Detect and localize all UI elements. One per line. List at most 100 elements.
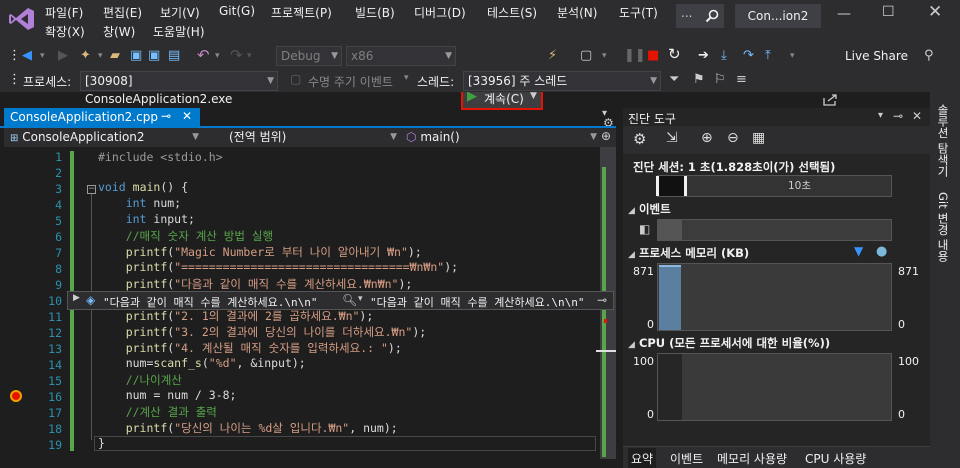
redo-dropdown-icon[interactable]: ▾ [247, 46, 252, 66]
restart-icon[interactable]: ↻ [668, 44, 681, 64]
save-all-icon-2[interactable]: ▤ [168, 46, 180, 66]
redo-icon[interactable]: ↷ [230, 45, 243, 65]
menu-project[interactable]: 프로젝트(P) [271, 4, 332, 21]
lifecycle-events-button[interactable]: 수명 주기 이벤트 [308, 73, 393, 90]
search-input[interactable]: ... [681, 6, 692, 20]
open-folder-icon[interactable]: ▰ [110, 46, 120, 66]
search-box[interactable]: ... [676, 4, 724, 28]
pause-event-icon[interactable]: ◧ [639, 222, 650, 236]
menu-build[interactable]: 빌드(B) [355, 4, 395, 21]
menu-tools[interactable]: 도구(T) [619, 4, 658, 21]
magnifier-icon[interactable]: 🔍︎ [342, 293, 357, 307]
browser-link-icon[interactable]: ▢ [580, 46, 592, 66]
pin-icon[interactable]: ⊸ [893, 109, 903, 123]
scope-name: (전역 범위) [229, 130, 287, 144]
toolbar-overflow-icon[interactable]: ▾ [790, 46, 795, 66]
line-number: 10 [48, 294, 62, 308]
config-combo[interactable]: Debug ▼ [276, 46, 342, 66]
filter-thread-icon[interactable]: ⏷ [669, 70, 679, 90]
minimize-icon[interactable]: — [837, 6, 851, 22]
timeline-selection[interactable] [658, 176, 686, 196]
step-out-icon[interactable]: ⤒ [765, 46, 771, 66]
timeline-ruler[interactable]: 10초 [656, 175, 892, 197]
zoom-out-icon[interactable]: ⊖ [727, 130, 739, 146]
memory-graph[interactable] [657, 263, 892, 331]
tab-memory-usage[interactable]: 메모리 사용량 [717, 450, 787, 467]
selection-handle-left[interactable] [656, 176, 659, 196]
collapse-memory-icon[interactable]: ◢ [628, 250, 635, 260]
data-tip[interactable]: ▶ ◈ "다음과 같이 매직 수를 계산하세요.\n\n" 🔍︎ ▾ "다음과 … [67, 291, 614, 310]
menu-help[interactable]: 도움말(H) [153, 23, 205, 40]
menu-window[interactable]: 창(W) [103, 23, 135, 40]
show-flagged-icon[interactable]: ⚐ [714, 70, 726, 90]
search-icon[interactable] [705, 9, 719, 23]
undo-icon[interactable]: ↶ [197, 45, 210, 65]
expand-icon[interactable]: ▶ [73, 293, 80, 303]
visualizer-dropdown-icon[interactable]: ▾ [358, 294, 363, 304]
platform-combo[interactable]: x86 ▼ [346, 46, 456, 66]
lifecycle-icon[interactable]: ▢ [290, 72, 301, 86]
stack-frame-icon[interactable]: ≡ [736, 70, 747, 90]
panel-options-icon[interactable]: ▾ [878, 110, 883, 121]
process-combo[interactable]: [30908] ConsoleApplication2.exe ▼ [80, 71, 278, 106]
project-dropdown[interactable]: ⊞ ConsoleApplication2 ▼ [6, 128, 202, 147]
undo-dropdown-icon[interactable]: ▾ [215, 46, 220, 66]
live-share-icon[interactable] [823, 92, 839, 106]
live-share-button[interactable]: Live Share [845, 49, 908, 63]
collapse-cpu-icon[interactable]: ◢ [628, 340, 635, 350]
menu-file[interactable]: 파일(F) [45, 4, 83, 21]
pin-datatip-icon[interactable]: ⊸ [597, 293, 607, 307]
back-icon[interactable]: ◀ [22, 46, 32, 66]
menu-extensions[interactable]: 확장(X) [45, 23, 85, 40]
maximize-icon[interactable]: ☐ [882, 4, 895, 20]
save-all-icon[interactable]: ▣ [148, 46, 160, 66]
step-over-icon[interactable]: ↷ [743, 46, 754, 66]
menu-test[interactable]: 테스트(S) [487, 4, 537, 21]
lifecycle-dropdown-icon[interactable]: ▾ [404, 73, 409, 83]
back-dropdown-icon[interactable]: ▾ [40, 46, 45, 66]
account-icon[interactable]: ⚲ [924, 46, 934, 66]
new-dropdown-icon[interactable]: ▾ [98, 46, 103, 66]
step-into-icon[interactable]: ⤓ [721, 46, 727, 66]
close-icon[interactable]: ✕ [928, 2, 942, 22]
line-number: 14 [48, 358, 62, 372]
selection-handle-right[interactable] [684, 176, 687, 196]
menu-view[interactable]: 보기(V) [160, 4, 200, 21]
line-number: 16 [48, 390, 62, 404]
continue-dropdown-icon[interactable]: ▼ [530, 91, 537, 101]
panel-close-icon[interactable]: ✕ [912, 109, 922, 123]
browser-dropdown-icon[interactable]: ▾ [602, 46, 607, 66]
cpu-graph[interactable] [657, 353, 892, 421]
menu-git[interactable]: Git(G) [219, 4, 255, 18]
pin-icon[interactable]: ⊸ [161, 109, 171, 123]
save-icon[interactable]: ▣ [130, 46, 142, 66]
export-icon[interactable]: ⇲ [666, 130, 678, 146]
tab-summary[interactable]: 요약 [628, 448, 657, 468]
hot-reload-icon[interactable]: ⚡ [548, 46, 557, 66]
function-dropdown[interactable]: ⬡ main() ▼ [402, 128, 600, 147]
tab-events[interactable]: 이벤트 [670, 450, 703, 467]
solution-explorer-tab[interactable]: 솔루션 탐색기 [935, 104, 951, 177]
tab-consoleapplication2-cpp[interactable]: ConsoleApplication2.cpp ⊸ ✕ [4, 108, 200, 126]
git-changes-tab[interactable]: Git 변경 내용 [935, 192, 951, 262]
gear-icon[interactable]: ⚙ [633, 130, 646, 148]
stop-icon[interactable]: ■ [647, 46, 659, 66]
show-next-statement-icon[interactable]: ➔ [698, 46, 709, 66]
flag-thread-icon[interactable]: ⚑ [693, 70, 705, 90]
collapse-events-icon[interactable]: ◢ [628, 206, 635, 216]
reset-zoom-icon[interactable]: ▦ [752, 130, 765, 146]
split-icon[interactable]: ⊕ [601, 129, 611, 143]
new-item-icon[interactable]: ✦ [80, 46, 91, 66]
collapse-icon[interactable]: − [87, 185, 96, 194]
tab-close-icon[interactable]: ✕ [182, 109, 192, 123]
forward-icon[interactable]: ▶ [58, 46, 68, 66]
menu-edit[interactable]: 편집(E) [103, 4, 142, 21]
menu-analyze[interactable]: 분석(N) [557, 4, 597, 21]
thread-combo[interactable]: [33956] 주 스레드 ▼ [463, 71, 661, 91]
tab-cpu-usage[interactable]: CPU 사용량 [805, 450, 866, 467]
zoom-in-icon[interactable]: ⊕ [701, 130, 713, 146]
scope-dropdown[interactable]: (전역 범위) ▼ [204, 128, 400, 147]
events-graph[interactable] [657, 219, 892, 241]
break-all-icon[interactable]: ❚❚ [624, 46, 646, 66]
menu-debug[interactable]: 디버그(D) [414, 4, 466, 21]
